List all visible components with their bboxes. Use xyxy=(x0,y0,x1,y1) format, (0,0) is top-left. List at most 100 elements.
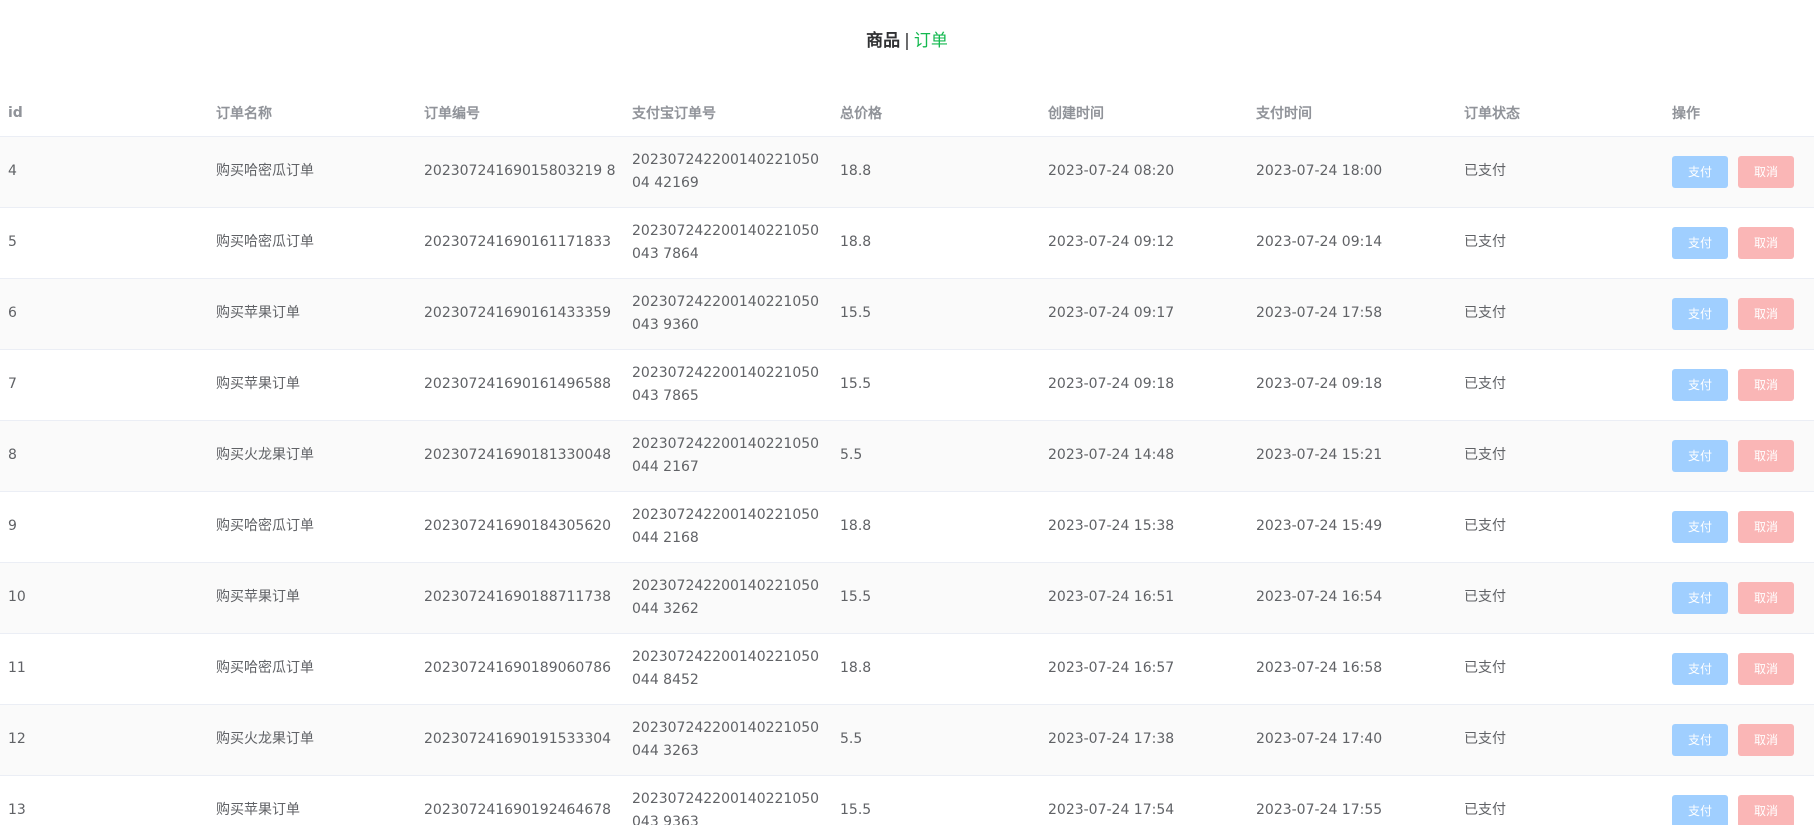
cell-total-price: 15.5 xyxy=(832,349,1040,421)
table-row: 6 购买苹果订单 202307241690161433359 202307242200… xyxy=(0,278,1814,350)
column-header-order-no: 订单编号 xyxy=(416,91,624,137)
cell-paid-time: 2023-07-24 09:14 xyxy=(1248,207,1456,279)
cell-status: 已支付 xyxy=(1456,562,1664,634)
header-row: id 订单名称 订单编号 支付宝订单号 总价格 创建时间 支付时间 订单状态 操… xyxy=(0,91,1814,137)
cell-order-name: 购买哈密瓜订单 xyxy=(208,633,416,705)
pay-button[interactable]: 支付 xyxy=(1672,297,1728,330)
column-header-order-name: 订单名称 xyxy=(208,91,416,137)
column-header-actions: 操作 xyxy=(1664,91,1814,137)
table-row: 11 购买哈密瓜订单 202307241690189060786 2023072422… xyxy=(0,633,1814,705)
column-header-status: 订单状态 xyxy=(1456,91,1664,137)
pay-button[interactable]: 支付 xyxy=(1672,723,1728,756)
cancel-button[interactable]: 取消 xyxy=(1738,368,1794,401)
table-header: id 订单名称 订单编号 支付宝订单号 总价格 创建时间 支付时间 订单状态 操… xyxy=(0,91,1814,137)
cancel-button[interactable]: 取消 xyxy=(1738,439,1794,472)
cell-status: 已支付 xyxy=(1456,349,1664,421)
table-body: 4 购买哈密瓜订单 20230724169015803219 8 2023072422… xyxy=(0,136,1814,825)
cell-id: 11 xyxy=(0,633,208,705)
cell-order-no: 20230724169015803219 8 xyxy=(416,136,624,208)
cell-total-price: 18.8 xyxy=(832,136,1040,208)
cell-alipay-no: 202307242200140221050044 2168 xyxy=(624,491,832,563)
table-row: 4 购买哈密瓜订单 20230724169015803219 8 2023072422… xyxy=(0,136,1814,208)
table-row: 8 购买火龙果订单 202307241690181330048 20230724220… xyxy=(0,420,1814,492)
pay-button[interactable]: 支付 xyxy=(1672,439,1728,472)
cell-order-name: 购买哈密瓜订单 xyxy=(208,136,416,208)
cell-status: 已支付 xyxy=(1456,278,1664,350)
cell-order-no: 202307241690161496588 xyxy=(416,349,624,421)
cell-total-price: 18.8 xyxy=(832,633,1040,705)
cancel-button[interactable]: 取消 xyxy=(1738,794,1794,825)
cell-paid-time: 2023-07-24 16:58 xyxy=(1248,633,1456,705)
nav-separator: | xyxy=(904,31,910,51)
cancel-button[interactable]: 取消 xyxy=(1738,652,1794,685)
cancel-button[interactable]: 取消 xyxy=(1738,581,1794,614)
cell-alipay-no: 202307242200140221050043 7865 xyxy=(624,349,832,421)
cell-actions: 支付 取消 xyxy=(1664,349,1814,421)
pay-button[interactable]: 支付 xyxy=(1672,226,1728,259)
cell-actions: 支付 取消 xyxy=(1664,278,1814,350)
cell-alipay-no: 202307242200140221050044 2167 xyxy=(624,420,832,492)
cell-actions: 支付 取消 xyxy=(1664,775,1814,825)
cancel-button[interactable]: 取消 xyxy=(1738,297,1794,330)
table-row: 9 购买哈密瓜订单 202307241690184305620 20230724220… xyxy=(0,491,1814,563)
cell-paid-time: 2023-07-24 18:00 xyxy=(1248,136,1456,208)
table-row: 5 购买哈密瓜订单 202307241690161171833 20230724220… xyxy=(0,207,1814,279)
cell-id: 5 xyxy=(0,207,208,279)
cell-order-name: 购买哈密瓜订单 xyxy=(208,207,416,279)
cell-created-time: 2023-07-24 09:17 xyxy=(1040,278,1248,350)
cell-order-no: 202307241690161433359 xyxy=(416,278,624,350)
cell-total-price: 15.5 xyxy=(832,278,1040,350)
cell-id: 10 xyxy=(0,562,208,634)
top-nav: 商品 | 订单 xyxy=(0,26,1814,56)
cell-total-price: 18.8 xyxy=(832,491,1040,563)
cell-order-name: 购买哈密瓜订单 xyxy=(208,491,416,563)
cell-id: 9 xyxy=(0,491,208,563)
cell-created-time: 2023-07-24 09:12 xyxy=(1040,207,1248,279)
table-row: 7 购买苹果订单 202307241690161496588 202307242200… xyxy=(0,349,1814,421)
orders-table-container[interactable]: id 订单名称 订单编号 支付宝订单号 总价格 创建时间 支付时间 订单状态 操… xyxy=(0,91,1814,825)
cell-alipay-no: 202307242200140221050043 7864 xyxy=(624,207,832,279)
cell-actions: 支付 取消 xyxy=(1664,420,1814,492)
cell-created-time: 2023-07-24 09:18 xyxy=(1040,349,1248,421)
cell-created-time: 2023-07-24 15:38 xyxy=(1040,491,1248,563)
cell-total-price: 5.5 xyxy=(832,704,1040,776)
column-header-created-time: 创建时间 xyxy=(1040,91,1248,137)
cell-paid-time: 2023-07-24 17:58 xyxy=(1248,278,1456,350)
cancel-button[interactable]: 取消 xyxy=(1738,510,1794,543)
cell-total-price: 15.5 xyxy=(832,562,1040,634)
cell-order-no: 202307241690189060786 xyxy=(416,633,624,705)
pay-button[interactable]: 支付 xyxy=(1672,581,1728,614)
cell-actions: 支付 取消 xyxy=(1664,704,1814,776)
cell-order-no: 202307241690184305620 xyxy=(416,491,624,563)
cell-alipay-no: 202307242200140221050044 8452 xyxy=(624,633,832,705)
cell-id: 7 xyxy=(0,349,208,421)
pay-button[interactable]: 支付 xyxy=(1672,794,1728,825)
cell-paid-time: 2023-07-24 17:40 xyxy=(1248,704,1456,776)
pay-button[interactable]: 支付 xyxy=(1672,155,1728,188)
pay-button[interactable]: 支付 xyxy=(1672,510,1728,543)
cell-order-no: 202307241690188711738 xyxy=(416,562,624,634)
pay-button[interactable]: 支付 xyxy=(1672,652,1728,685)
cell-actions: 支付 取消 xyxy=(1664,491,1814,563)
cell-order-no: 202307241690181330048 xyxy=(416,420,624,492)
cell-order-name: 购买苹果订单 xyxy=(208,562,416,634)
cell-order-name: 购买火龙果订单 xyxy=(208,420,416,492)
cell-created-time: 2023-07-24 08:20 xyxy=(1040,136,1248,208)
column-header-id: id xyxy=(0,91,208,137)
cell-status: 已支付 xyxy=(1456,633,1664,705)
cell-order-no: 202307241690192464678 xyxy=(416,775,624,825)
pay-button[interactable]: 支付 xyxy=(1672,368,1728,401)
cell-order-no: 202307241690161171833 xyxy=(416,207,624,279)
cell-status: 已支付 xyxy=(1456,420,1664,492)
cell-status: 已支付 xyxy=(1456,775,1664,825)
cell-created-time: 2023-07-24 16:57 xyxy=(1040,633,1248,705)
nav-orders-link[interactable]: 订单 xyxy=(914,31,948,51)
nav-goods-link[interactable]: 商品 xyxy=(866,31,900,51)
cell-id: 8 xyxy=(0,420,208,492)
cancel-button[interactable]: 取消 xyxy=(1738,155,1794,188)
table-row: 13 购买苹果订单 202307241690192464678 20230724220… xyxy=(0,775,1814,825)
cell-actions: 支付 取消 xyxy=(1664,207,1814,279)
cancel-button[interactable]: 取消 xyxy=(1738,226,1794,259)
cancel-button[interactable]: 取消 xyxy=(1738,723,1794,756)
cell-actions: 支付 取消 xyxy=(1664,633,1814,705)
